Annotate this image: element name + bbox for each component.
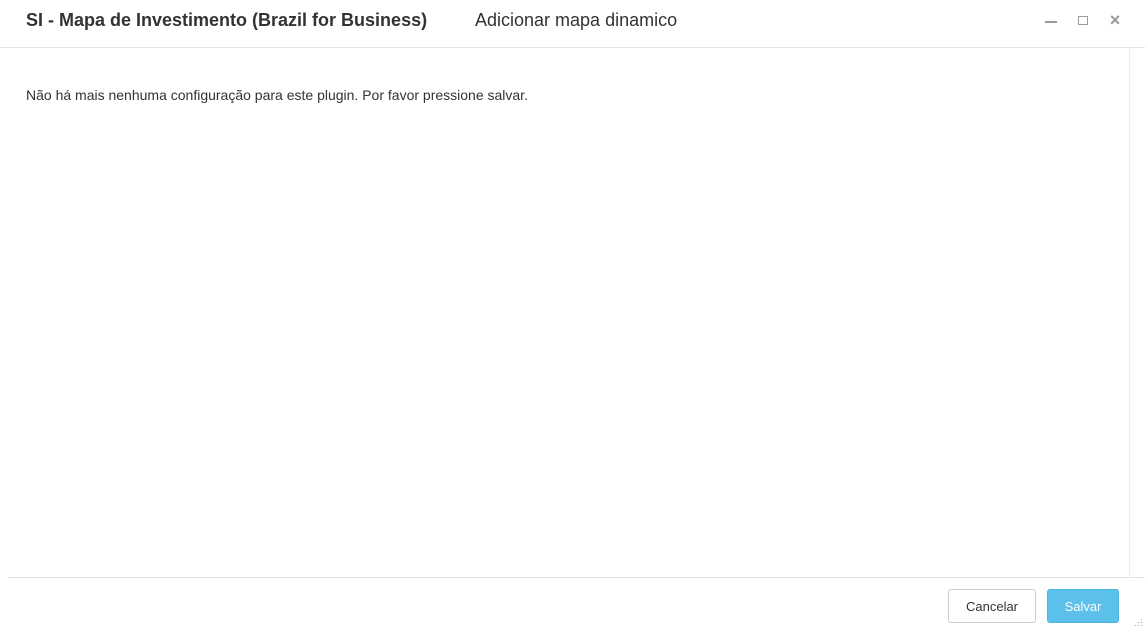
dialog-footer: Cancelar Salvar	[8, 577, 1145, 626]
dialog-body: Não há mais nenhuma configuração para es…	[0, 48, 1129, 577]
minimize-button[interactable]	[1041, 10, 1061, 30]
minimize-icon	[1045, 21, 1057, 23]
close-icon: ×	[1109, 10, 1121, 30]
close-button[interactable]: ×	[1105, 10, 1125, 30]
dialog-titlebar[interactable]: SI - Mapa de Investimento (Brazil for Bu…	[0, 0, 1145, 48]
maximize-icon	[1078, 15, 1088, 25]
body-scrollbar[interactable]	[1129, 48, 1145, 577]
cancel-button[interactable]: Cancelar	[948, 589, 1036, 623]
resize-grip-icon[interactable]	[1133, 614, 1143, 626]
info-message: Não há mais nenhuma configuração para es…	[26, 87, 528, 103]
plugin-dialog: SI - Mapa de Investimento (Brazil for Bu…	[0, 0, 1145, 626]
save-button[interactable]: Salvar	[1047, 589, 1119, 623]
window-controls: ×	[1029, 9, 1125, 31]
dialog-title: SI - Mapa de Investimento (Brazil for Bu…	[26, 10, 428, 30]
dialog-subtitle: Adicionar mapa dinamico	[475, 10, 678, 30]
maximize-button[interactable]	[1073, 10, 1093, 30]
